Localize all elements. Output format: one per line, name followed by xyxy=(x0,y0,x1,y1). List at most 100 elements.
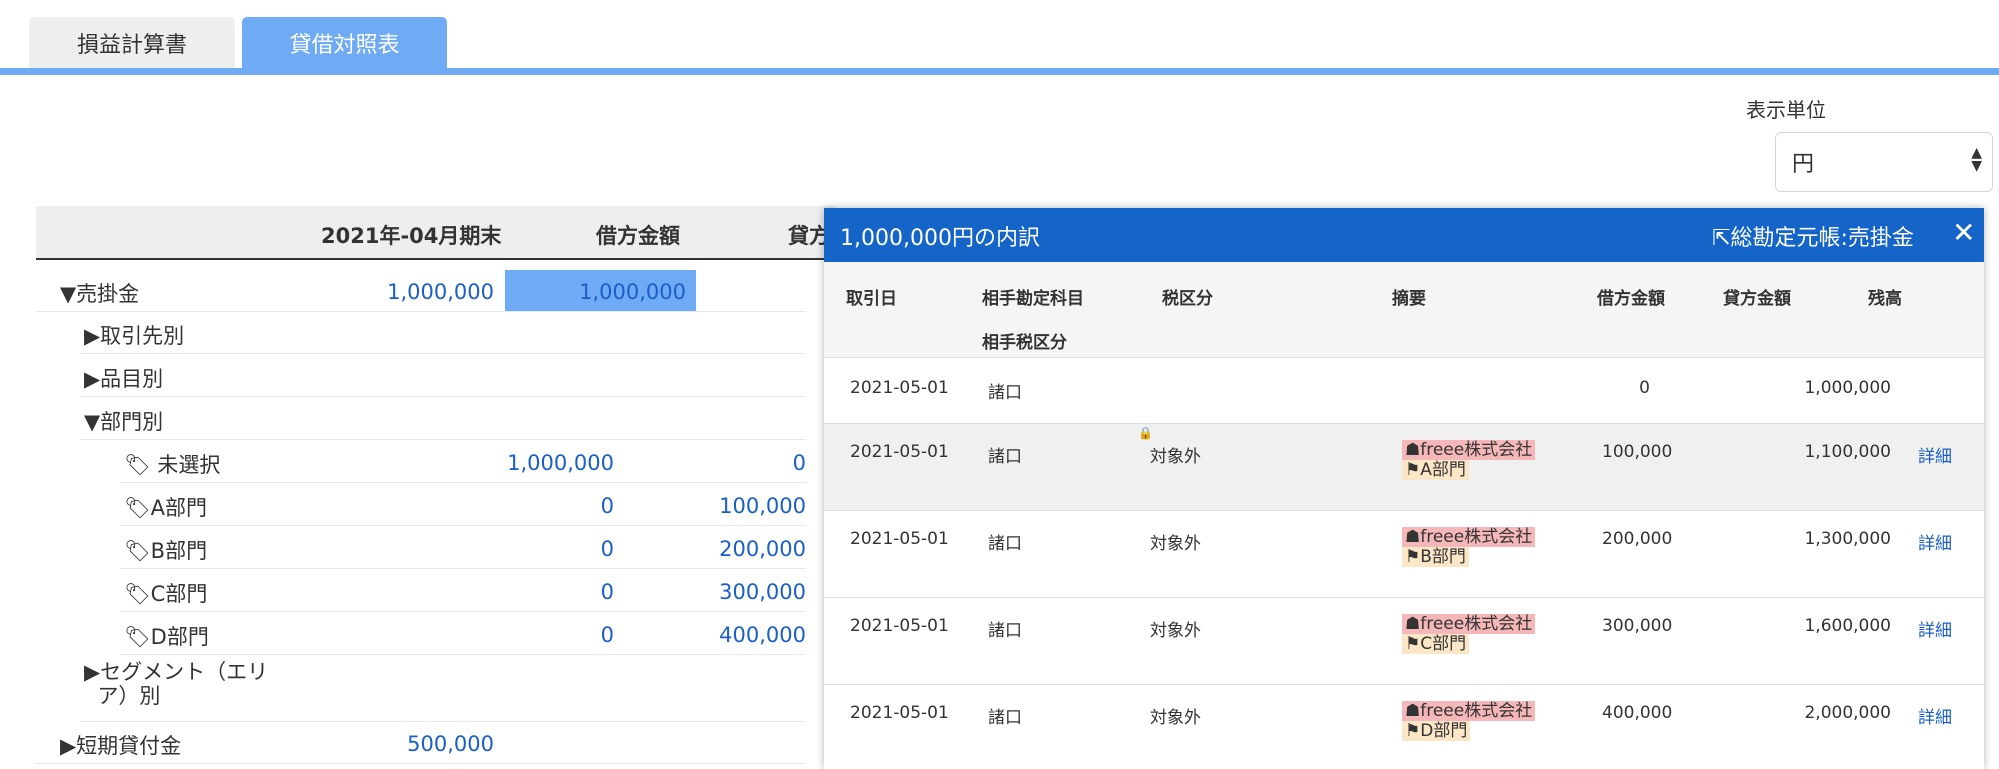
header-debit: 借方金額 xyxy=(596,224,680,248)
department-tag: ⚑B部門 xyxy=(1402,547,1469,567)
row-balance[interactable]: 1,000,000 xyxy=(387,280,494,304)
detail-link[interactable]: 詳細 xyxy=(1918,442,1952,467)
row-memo: ☗freee株式会社 ⚑D部門 xyxy=(1402,701,1536,741)
row-balance[interactable]: 0 xyxy=(601,580,614,604)
table-row[interactable]: 🏷 未選択 1,000,000 0 xyxy=(120,441,806,483)
row-date: 2021-05-01 xyxy=(850,616,949,636)
breakdown-panel: 1,000,000円の内訳 ⇱総勘定元帳:売掛金 ✕ 取引日 相手勘定科目 相手… xyxy=(824,208,1984,769)
row-debit: 300,000 xyxy=(1602,616,1673,636)
unit-label: 表示単位 xyxy=(1746,98,1826,122)
row-tax: 対象外 xyxy=(1150,621,1201,641)
unit-select-value: 円 xyxy=(1792,152,1815,177)
partner-tag: ☗freee株式会社 xyxy=(1402,614,1536,634)
row-label[interactable]: ▶取引先別 xyxy=(84,320,184,350)
row-date: 2021-05-01 xyxy=(850,529,949,549)
row-label[interactable]: ▼部門別 xyxy=(84,406,163,436)
table-row[interactable]: 🏷C部門 0 300,000 xyxy=(120,570,806,612)
row-label: ▼売掛金 xyxy=(60,282,140,306)
tag-icon: 🏷 xyxy=(124,453,151,477)
row-memo: ☗freee株式会社 ⚑A部門 xyxy=(1402,440,1536,480)
row-account: 諸口 xyxy=(988,383,1022,403)
tag-icon: 🏷 xyxy=(124,496,151,520)
header-memo: 摘要 xyxy=(1392,289,1426,309)
row-debit[interactable]: 1,000,000 xyxy=(579,280,686,304)
row-balance[interactable]: 500,000 xyxy=(407,732,494,756)
tab-profit-loss[interactable]: 損益計算書 xyxy=(29,17,235,69)
row-account: 諸口 xyxy=(988,708,1022,728)
table-row[interactable]: ▶セグメント（エリ ア）別 xyxy=(80,656,806,722)
table-row[interactable]: ▼売掛金 1,000,000 1,000,000 xyxy=(36,270,806,312)
department-tag: ⚑C部門 xyxy=(1402,634,1470,654)
row-debit[interactable]: 300,000 xyxy=(719,580,806,604)
row-balance[interactable]: 0 xyxy=(601,623,614,647)
row-balance[interactable]: 0 xyxy=(601,494,614,518)
header-credit-amount: 貸方金額 xyxy=(1723,289,1791,309)
row-debit: 400,000 xyxy=(1602,703,1673,723)
row-debit[interactable]: 400,000 xyxy=(719,623,806,647)
table-row[interactable]: ▶品目別 xyxy=(80,355,806,397)
row-debit: 0 xyxy=(1639,378,1650,398)
table-row[interactable]: ▶取引先別 xyxy=(80,312,806,354)
main-table-header: 2021年-04月期末 借方金額 貸方 xyxy=(36,206,836,260)
table-row[interactable]: 🏷A部門 0 100,000 xyxy=(120,484,806,526)
row-balance[interactable]: 0 xyxy=(601,537,614,561)
row-memo: ☗freee株式会社 ⚑C部門 xyxy=(1402,614,1536,654)
report-tabs: 損益計算書 貸借対照表 xyxy=(0,0,1999,76)
row-label: 🏷A部門 xyxy=(124,496,208,520)
table-row: 2021-05-01 諸口 対象外 ☗freee株式会社 ⚑B部門 200,00… xyxy=(824,511,1984,598)
row-date: 2021-05-01 xyxy=(850,703,949,723)
partner-tag: ☗freee株式会社 xyxy=(1402,440,1536,460)
unit-select[interactable]: 円 ▲ ▼ xyxy=(1775,132,1993,192)
row-account: 諸口 xyxy=(988,447,1022,467)
row-label: 🏷B部門 xyxy=(124,539,208,563)
row-tax: 対象外 xyxy=(1150,447,1201,467)
header-tax: 税区分 xyxy=(1162,289,1213,309)
row-label[interactable]: ▶セグメント（エリ ア）別 xyxy=(84,660,268,708)
panel-title: 1,000,000円の内訳 xyxy=(840,226,1040,251)
row-balance: 1,300,000 xyxy=(1804,529,1891,549)
department-tag: ⚑D部門 xyxy=(1402,721,1471,741)
table-row[interactable]: ▶短期貸付金 500,000 xyxy=(36,722,806,764)
tab-balance-sheet[interactable]: 貸借対照表 xyxy=(242,17,447,69)
row-balance: 1,000,000 xyxy=(1804,378,1891,398)
row-label: 🏷 未選択 xyxy=(124,453,221,477)
header-debit-amount: 借方金額 xyxy=(1597,289,1665,309)
row-label[interactable]: ▶短期貸付金 xyxy=(60,730,181,760)
table-row: 2021-05-01 諸口 対象外 ☗freee株式会社 ⚑C部門 300,00… xyxy=(824,598,1984,685)
header-balance: 残高 xyxy=(1868,289,1902,309)
row-debit[interactable]: 200,000 xyxy=(719,537,806,561)
row-balance: 1,600,000 xyxy=(1804,616,1891,636)
row-tax: 対象外 xyxy=(1150,534,1201,554)
table-row[interactable]: 🏷B部門 0 200,000 xyxy=(120,527,806,569)
tag-icon: 🏷 xyxy=(124,539,151,563)
table-row: 2021-05-01 諸口 0 1,000,000 xyxy=(824,358,1984,424)
row-label[interactable]: ▶品目別 xyxy=(84,363,163,393)
general-ledger-link[interactable]: ⇱総勘定元帳:売掛金 xyxy=(1712,220,1914,252)
table-row: 2021-05-01 諸口 対象外 ☗freee株式会社 ⚑D部門 400,00… xyxy=(824,685,1984,769)
row-debit[interactable]: 100,000 xyxy=(719,494,806,518)
header-account: 相手勘定科目 xyxy=(982,289,1084,309)
row-balance: 2,000,000 xyxy=(1804,703,1891,723)
lock-icon: 🔒 xyxy=(1138,426,1153,440)
detail-link[interactable]: 詳細 xyxy=(1918,529,1952,554)
header-date: 取引日 xyxy=(846,289,897,309)
panel-table-header: 取引日 相手勘定科目 相手税区分 税区分 摘要 借方金額 貸方金額 残高 xyxy=(824,262,1984,358)
table-row[interactable]: ▼部門別 xyxy=(80,398,806,440)
tab-underline xyxy=(0,68,1999,75)
row-balance: 1,100,000 xyxy=(1804,442,1891,462)
table-row[interactable]: 🏷D部門 0 400,000 xyxy=(120,613,806,655)
row-debit: 100,000 xyxy=(1602,442,1673,462)
row-memo: ☗freee株式会社 ⚑B部門 xyxy=(1402,527,1536,567)
row-balance[interactable]: 1,000,000 xyxy=(507,451,614,475)
row-account: 諸口 xyxy=(988,621,1022,641)
row-tax: 対象外 xyxy=(1150,708,1201,728)
row-debit: 200,000 xyxy=(1602,529,1673,549)
detail-link[interactable]: 詳細 xyxy=(1918,703,1952,728)
row-debit[interactable]: 0 xyxy=(793,451,806,475)
detail-link[interactable]: 詳細 xyxy=(1918,616,1952,641)
close-icon[interactable]: ✕ xyxy=(1952,216,1975,249)
table-row: 2021-05-01 諸口 🔒 対象外 ☗freee株式会社 ⚑A部門 100,… xyxy=(824,424,1984,511)
department-tag: ⚑A部門 xyxy=(1402,460,1469,480)
header-account-tax: 相手税区分 xyxy=(982,333,1067,353)
row-label: 🏷D部門 xyxy=(124,625,209,649)
